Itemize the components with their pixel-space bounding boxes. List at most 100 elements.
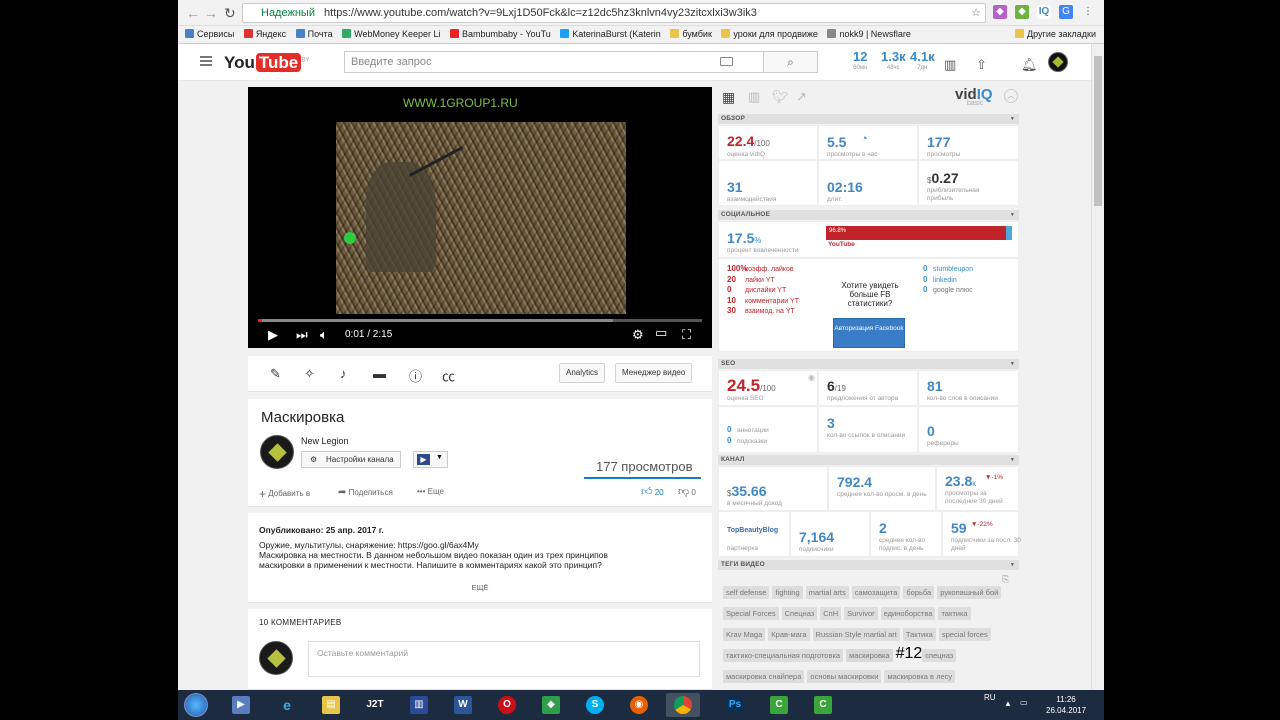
- other-bookmarks[interactable]: Другие закладки: [1015, 26, 1096, 42]
- tag-chip[interactable]: основы маскировки: [807, 670, 882, 683]
- start-button-icon[interactable]: [184, 693, 208, 717]
- guide-menu-icon[interactable]: [200, 56, 212, 66]
- bookmark-item[interactable]: KaterinaBurst (Katerin: [560, 26, 661, 42]
- facebook-auth-button[interactable]: Авторизация Facebook: [833, 318, 905, 348]
- bookmark-item[interactable]: nokk9 | Newsflare: [827, 26, 911, 42]
- bookmark-item[interactable]: бумбик: [670, 26, 712, 42]
- channel-section-header[interactable]: КАНАЛ: [718, 455, 1019, 465]
- play-icon[interactable]: ▶: [268, 327, 278, 343]
- like-button[interactable]: 👍︎ 20: [641, 485, 664, 498]
- taskbar-app[interactable]: O: [490, 693, 524, 717]
- tag-chip[interactable]: Russian Style martial art: [812, 628, 900, 641]
- channel-name[interactable]: New Legion: [301, 436, 349, 446]
- clock[interactable]: 11:26 26.04.2017: [1046, 694, 1086, 716]
- channel-avatar[interactable]: [260, 435, 294, 469]
- twitter-icon[interactable]: 🐦︎: [772, 89, 789, 105]
- keyboard-icon[interactable]: [720, 57, 733, 66]
- bookmark-item[interactable]: Сервисы: [185, 26, 234, 42]
- taskbar-app[interactable]: ◆: [534, 693, 568, 717]
- extension-icon[interactable]: ◆: [1015, 5, 1029, 19]
- volume-icon[interactable]: 🔈︎: [320, 327, 328, 343]
- tag-chip[interactable]: Survivor: [844, 607, 878, 620]
- tag-chip[interactable]: маскировка: [846, 649, 893, 662]
- taskbar-app[interactable]: C: [762, 693, 796, 717]
- taskbar-app[interactable]: [666, 693, 700, 717]
- fullscreen-icon[interactable]: ⛶: [682, 327, 691, 343]
- upload-icon[interactable]: ⇧: [976, 57, 987, 73]
- tag-chip[interactable]: Krav Maga: [723, 628, 766, 641]
- bookmark-item[interactable]: WebMoney Keeper Li: [342, 26, 441, 42]
- network-icon[interactable]: ▭: [1020, 698, 1028, 707]
- youtube-logo[interactable]: You Tube BY: [224, 53, 309, 73]
- progress-bar[interactable]: [258, 319, 702, 322]
- menu-dots-icon[interactable]: ⋮: [1081, 5, 1095, 19]
- bookmark-item[interactable]: Bambumbaby - YouTu: [450, 26, 551, 42]
- overview-section-header[interactable]: ОБЗОР: [718, 114, 1019, 124]
- scrollbar-thumb[interactable]: [1094, 56, 1102, 206]
- tag-chip[interactable]: тактика: [938, 607, 971, 620]
- comment-input[interactable]: Оставьте комментарий: [308, 641, 700, 677]
- next-icon[interactable]: ⏭︎: [296, 327, 308, 343]
- search-input[interactable]: Введите запрос: [344, 51, 764, 73]
- taskbar-app[interactable]: C: [806, 693, 840, 717]
- tag-chip[interactable]: рукопашный бой: [937, 586, 1002, 599]
- tags-section-header[interactable]: ТЕГИ ВИДЕО: [718, 560, 1019, 570]
- collapse-icon[interactable]: ︿: [1004, 89, 1018, 103]
- search-button[interactable]: ⌕: [764, 51, 818, 73]
- studio-dropdown[interactable]: ▶ ▼: [413, 451, 448, 468]
- page-scrollbar[interactable]: [1091, 44, 1104, 690]
- info-icon[interactable]: ⓘ: [409, 366, 422, 385]
- address-bar[interactable]: Надежный https://www.youtube.com/watch?v…: [242, 3, 986, 23]
- tag-chip[interactable]: Спецназ: [781, 607, 818, 620]
- tag-chip[interactable]: special forces: [938, 628, 991, 641]
- chart-icon[interactable]: ▥: [944, 57, 956, 73]
- taskbar-app[interactable]: W: [446, 693, 480, 717]
- taskbar-app[interactable]: ▤: [314, 693, 348, 717]
- more-actions-button[interactable]: ••• Еще: [417, 487, 444, 496]
- theater-mode-icon[interactable]: ▭: [655, 325, 667, 341]
- add-to-button[interactable]: + Добавить в: [259, 487, 310, 501]
- taskbar-app[interactable]: Ps: [718, 693, 752, 717]
- tag-chip[interactable]: Special Forces: [723, 607, 779, 620]
- video-frame[interactable]: [336, 122, 626, 314]
- bookmark-item[interactable]: Яндекс: [243, 26, 286, 42]
- tag-chip[interactable]: self defense: [723, 586, 770, 599]
- social-section-header[interactable]: СОЦИАЛЬНОЕ: [718, 210, 1019, 220]
- audio-note-icon[interactable]: ♪: [340, 366, 347, 381]
- vidiq-extension-icon[interactable]: IQ: [1037, 5, 1051, 19]
- taskbar-app[interactable]: ▶: [224, 693, 258, 717]
- language-indicator[interactable]: RU: [984, 693, 996, 702]
- enhance-wand-icon[interactable]: ✧: [304, 366, 315, 382]
- annotations-icon[interactable]: ▬: [373, 366, 386, 381]
- tag-chip[interactable]: martial arts: [805, 586, 849, 599]
- star-icon[interactable]: ☆: [971, 4, 981, 22]
- video-manager-button[interactable]: Менеджер видео: [615, 363, 693, 383]
- tag-chip[interactable]: Тактика: [902, 628, 936, 641]
- grid-icon[interactable]: ▦: [722, 89, 735, 106]
- tag-chip[interactable]: борьба: [903, 586, 935, 599]
- taskbar-app[interactable]: ◉: [622, 693, 656, 717]
- video-player[interactable]: WWW.1GROUP1.RU ▶ ⏭︎ 🔈︎ 0:01 / 2:15 ⚙ ▭ ⛶: [248, 87, 712, 348]
- avatar[interactable]: [1048, 52, 1068, 72]
- subtitles-icon[interactable]: ㏄: [442, 366, 455, 385]
- tag-chip[interactable]: маскировка в лесу: [884, 670, 956, 683]
- tag-chip[interactable]: спецназ: [922, 649, 957, 662]
- taskbar-app[interactable]: e: [270, 693, 304, 717]
- seo-section-header[interactable]: SEO: [718, 359, 1019, 369]
- channel-settings-button[interactable]: ⚙ Настройки канала: [301, 451, 401, 468]
- share-button[interactable]: ➦ Поделиться: [338, 487, 393, 498]
- tag-chip[interactable]: fighting: [772, 586, 803, 599]
- tag-chip[interactable]: единоборства: [880, 607, 936, 620]
- show-more-button[interactable]: ЕЩЁ: [248, 583, 712, 592]
- tag-chip[interactable]: Крав-мага: [768, 628, 810, 641]
- settings-gear-icon[interactable]: ⚙: [632, 327, 644, 343]
- extension-icon[interactable]: ◆: [993, 5, 1007, 19]
- taskbar-app[interactable]: J2T: [358, 693, 392, 717]
- forward-icon[interactable]: →: [204, 5, 218, 21]
- eye-icon[interactable]: ◉: [808, 373, 815, 382]
- tag-chip[interactable]: СпН: [820, 607, 842, 620]
- trend-icon[interactable]: ↗: [796, 89, 807, 105]
- translate-icon[interactable]: G: [1059, 5, 1073, 19]
- tag-chip[interactable]: маскировка снайпера: [723, 670, 805, 683]
- taskbar-app[interactable]: ▥: [402, 693, 436, 717]
